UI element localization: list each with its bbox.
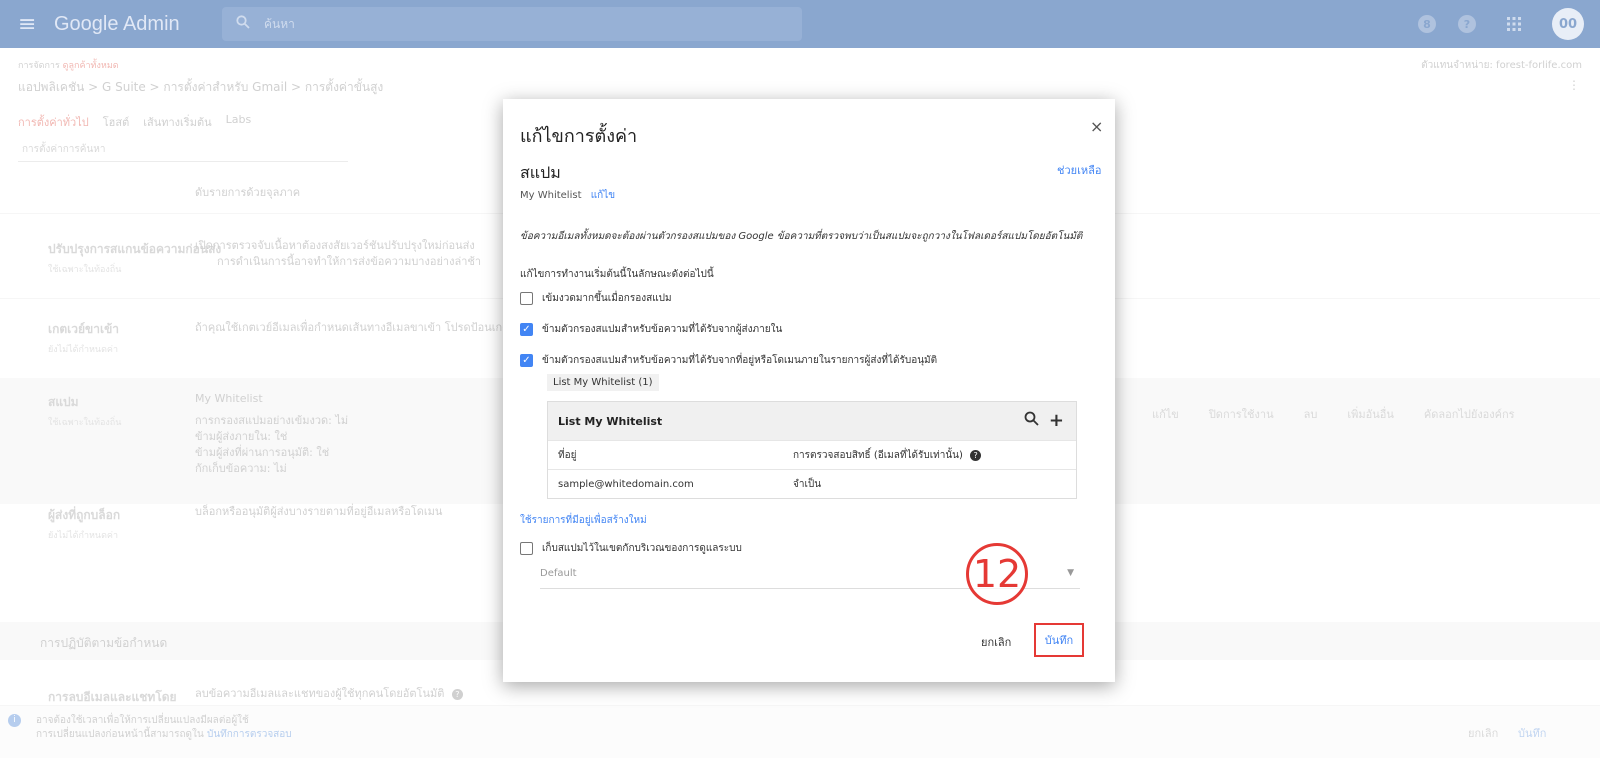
dialog-subtitle: My Whitelist แก้ไข: [520, 188, 615, 203]
table-column-headers: ที่อยู่ การตรวจสอบสิทธิ์ (อีเมลที่ได้รับ…: [548, 440, 1076, 469]
option-bypass-internal[interactable]: ✓ ข้ามตัวกรองสแปมสำหรับข้อความที่ได้รับจ…: [520, 322, 782, 337]
whitelist-name: My Whitelist: [520, 190, 582, 201]
table-header: List My Whitelist +: [548, 402, 1076, 440]
checkbox-unchecked[interactable]: [520, 292, 533, 305]
modify-intro: แก้ไขการทำงานเริ่มต้นนี้ในลักษณะดังต่อไป…: [520, 269, 714, 280]
dropdown-arrow-icon: ▼: [1067, 568, 1074, 578]
whitelist-table: List My Whitelist + ที่อยู่ การตรวจสอบสิ…: [547, 401, 1077, 499]
help-link[interactable]: ช่วยเหลือ: [1057, 161, 1101, 179]
help-circle-icon[interactable]: ?: [970, 449, 982, 461]
dialog-save-button[interactable]: บันทึก: [1034, 623, 1084, 657]
option-quarantine[interactable]: เก็บสแปมไว้ในเขตกักบริเวณของการดูแลระบบ: [520, 541, 742, 556]
auth-cell: จำเป็น: [793, 478, 822, 490]
spam-filter-note: ข้อความอีเมลทั้งหมดจะต้องผ่านตัวกรองสแปม…: [520, 231, 1083, 242]
table-title: List My Whitelist: [558, 414, 663, 428]
column-header-address: ที่อยู่: [558, 449, 577, 461]
dialog-heading: สแปม: [520, 163, 561, 182]
checkbox-checked[interactable]: ✓: [520, 323, 533, 336]
add-icon[interactable]: +: [1049, 410, 1064, 431]
edit-settings-dialog: แก้ไขการตั้งค่า × สแปม ช่วยเหลือ My Whit…: [503, 99, 1115, 682]
address-cell: sample@whitedomain.com: [558, 478, 694, 490]
dialog-cancel-button[interactable]: ยกเลิก: [981, 633, 1011, 651]
checkbox-checked[interactable]: ✓: [520, 354, 533, 367]
search-icon[interactable]: [1024, 410, 1039, 431]
option-aggressive-filter[interactable]: เข้มงวดมากขึ้นเมื่อกรองสแปม: [520, 291, 672, 306]
option-label: ข้ามตัวกรองสแปมสำหรับข้อความที่ได้รับจาก…: [542, 324, 783, 335]
column-header-auth: การตรวจสอบสิทธิ์ (อีเมลที่ได้รับเท่านั้น…: [793, 448, 1076, 463]
dialog-title: แก้ไขการตั้งค่า: [520, 126, 638, 147]
edit-name-link[interactable]: แก้ไข: [591, 190, 615, 201]
option-label: ข้ามตัวกรองสแปมสำหรับข้อความที่ได้รับจาก…: [542, 355, 938, 366]
table-row[interactable]: sample@whitedomain.com จำเป็น: [548, 469, 1076, 498]
option-label: เก็บสแปมไว้ในเขตกักบริเวณของการดูแลระบบ: [542, 543, 742, 554]
option-bypass-approved[interactable]: ✓ ข้ามตัวกรองสแปมสำหรับข้อความที่ได้รับจ…: [520, 353, 937, 368]
option-label: เข้มงวดมากขึ้นเมื่อกรองสแปม: [542, 293, 672, 304]
use-existing-list-link[interactable]: ใช้รายการที่มีอยู่เพื่อสร้างใหม่: [520, 513, 647, 528]
checkbox-unchecked[interactable]: [520, 542, 533, 555]
select-value: Default: [540, 568, 577, 579]
step-number-annotation: 12: [966, 543, 1028, 605]
close-icon[interactable]: ×: [1090, 117, 1103, 136]
save-label: บันทึก: [1044, 634, 1074, 647]
column-header-label: การตรวจสอบสิทธิ์ (อีเมลที่ได้รับเท่านั้น…: [793, 449, 963, 461]
whitelist-chip[interactable]: List My Whitelist (1): [547, 374, 659, 391]
